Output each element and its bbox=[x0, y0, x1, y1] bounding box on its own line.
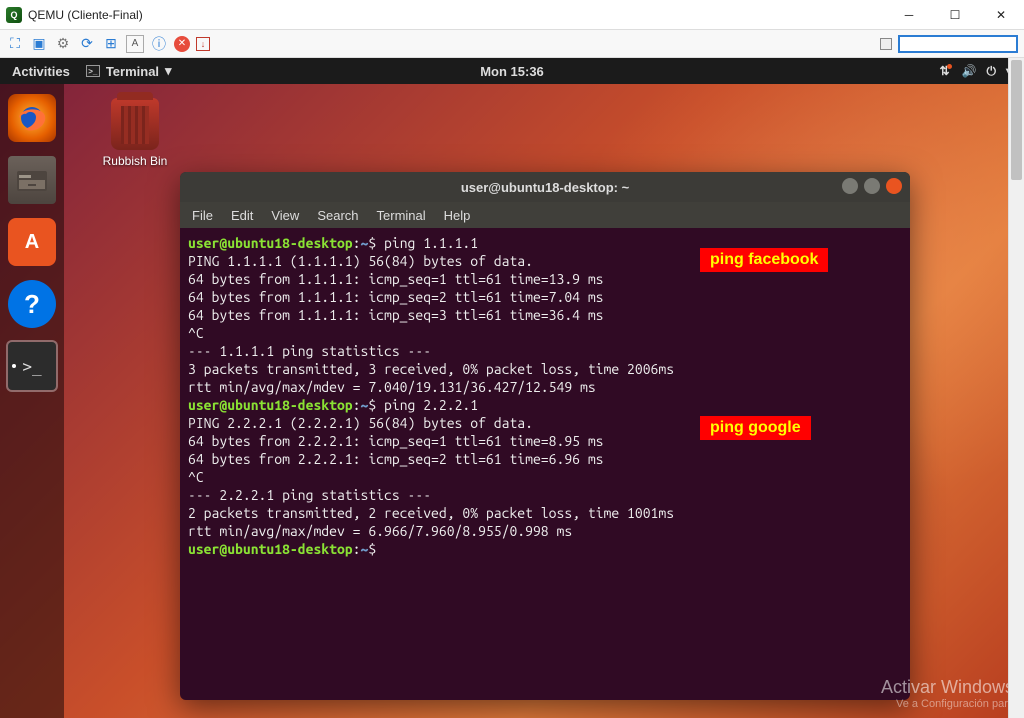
stop-icon[interactable]: ✕ bbox=[174, 36, 190, 52]
terminal-minimize-button[interactable] bbox=[842, 178, 858, 194]
trash-icon bbox=[111, 98, 159, 150]
dock-help[interactable]: ? bbox=[8, 280, 56, 328]
menu-terminal[interactable]: Terminal bbox=[377, 208, 426, 223]
window-controls: ─ ☐ ✕ bbox=[886, 0, 1024, 30]
watermark-line2: Ve a Configuración para bbox=[881, 698, 1014, 710]
gear-icon[interactable]: ⚙ bbox=[54, 35, 72, 53]
toolbar-search-input[interactable] bbox=[898, 35, 1018, 53]
minimize-button[interactable]: ─ bbox=[886, 0, 932, 30]
close-button[interactable]: ✕ bbox=[978, 0, 1024, 30]
annotation-ping-facebook: ping facebook bbox=[700, 248, 828, 272]
qemu-icon: Q bbox=[6, 7, 22, 23]
desktop-trash[interactable]: Rubbish Bin bbox=[90, 98, 180, 168]
maximize-button[interactable]: ☐ bbox=[932, 0, 978, 30]
menu-view[interactable]: View bbox=[271, 208, 299, 223]
capture-icon[interactable]: ↓ bbox=[196, 37, 210, 51]
menu-help[interactable]: Help bbox=[444, 208, 471, 223]
gnome-top-bar: Activities >_ Terminal ▾ Mon 15:36 ⇅ 🔊 ⏻… bbox=[0, 58, 1024, 84]
fullscreen-icon[interactable]: ▣ bbox=[30, 35, 48, 53]
scrollbar-thumb[interactable] bbox=[1011, 60, 1022, 180]
dock-firefox[interactable] bbox=[8, 94, 56, 142]
terminal-title: user@ubuntu18-desktop: ~ bbox=[461, 180, 629, 195]
terminal-mini-icon: >_ bbox=[86, 65, 100, 77]
window-title: QEMU (Cliente-Final) bbox=[28, 8, 143, 22]
dock-terminal[interactable]: >_ bbox=[8, 342, 56, 390]
annotation-ping-google: ping google bbox=[700, 416, 811, 440]
ubuntu-dock: ? >_ bbox=[0, 84, 64, 718]
power-icon: ⏻ bbox=[986, 64, 996, 79]
clock[interactable]: Mon 15:36 bbox=[480, 64, 544, 79]
terminal-menubar: File Edit View Search Terminal Help bbox=[180, 202, 910, 228]
windows-icon[interactable]: ⊞ bbox=[102, 35, 120, 53]
menu-file[interactable]: File bbox=[192, 208, 213, 223]
dock-files[interactable] bbox=[8, 156, 56, 204]
monitor-icon[interactable]: ⛶ bbox=[6, 35, 24, 53]
app-menu-label: Terminal bbox=[106, 64, 159, 79]
window-titlebar: Q QEMU (Cliente-Final) ─ ☐ ✕ bbox=[0, 0, 1024, 30]
refresh-icon[interactable]: ⟳ bbox=[78, 35, 96, 53]
vm-display: Activities >_ Terminal ▾ Mon 15:36 ⇅ 🔊 ⏻… bbox=[0, 58, 1024, 718]
terminal-titlebar[interactable]: user@ubuntu18-desktop: ~ bbox=[180, 172, 910, 202]
terminal-close-button[interactable] bbox=[886, 178, 902, 194]
volume-icon: 🔊 bbox=[962, 64, 977, 78]
system-menu[interactable]: ⇅ 🔊 ⏻ ▾ bbox=[939, 64, 1012, 79]
terminal-maximize-button[interactable] bbox=[864, 178, 880, 194]
menu-search[interactable]: Search bbox=[317, 208, 358, 223]
dock-software[interactable] bbox=[8, 218, 56, 266]
activities-button[interactable]: Activities bbox=[12, 64, 70, 79]
keyboard-icon[interactable]: A bbox=[126, 35, 144, 53]
menu-edit[interactable]: Edit bbox=[231, 208, 253, 223]
outer-scrollbar[interactable] bbox=[1008, 58, 1024, 718]
app-menu[interactable]: >_ Terminal ▾ bbox=[86, 63, 172, 79]
terminal-body[interactable]: user@ubuntu18-desktop:~$ ping 1.1.1.1 PI… bbox=[180, 228, 910, 700]
chevron-down-icon: ▾ bbox=[165, 63, 172, 79]
watermark-line1: Activar Windows bbox=[881, 677, 1014, 698]
info-icon[interactable]: ⓘ bbox=[150, 35, 168, 53]
windows-activation-watermark: Activar Windows Ve a Configuración para bbox=[881, 677, 1014, 710]
trash-label: Rubbish Bin bbox=[90, 154, 180, 168]
network-icon: ⇅ bbox=[939, 64, 951, 78]
qemu-toolbar: ⛶ ▣ ⚙ ⟳ ⊞ A ⓘ ✕ ↓ bbox=[0, 30, 1024, 58]
toolbar-checkbox[interactable] bbox=[880, 38, 892, 50]
